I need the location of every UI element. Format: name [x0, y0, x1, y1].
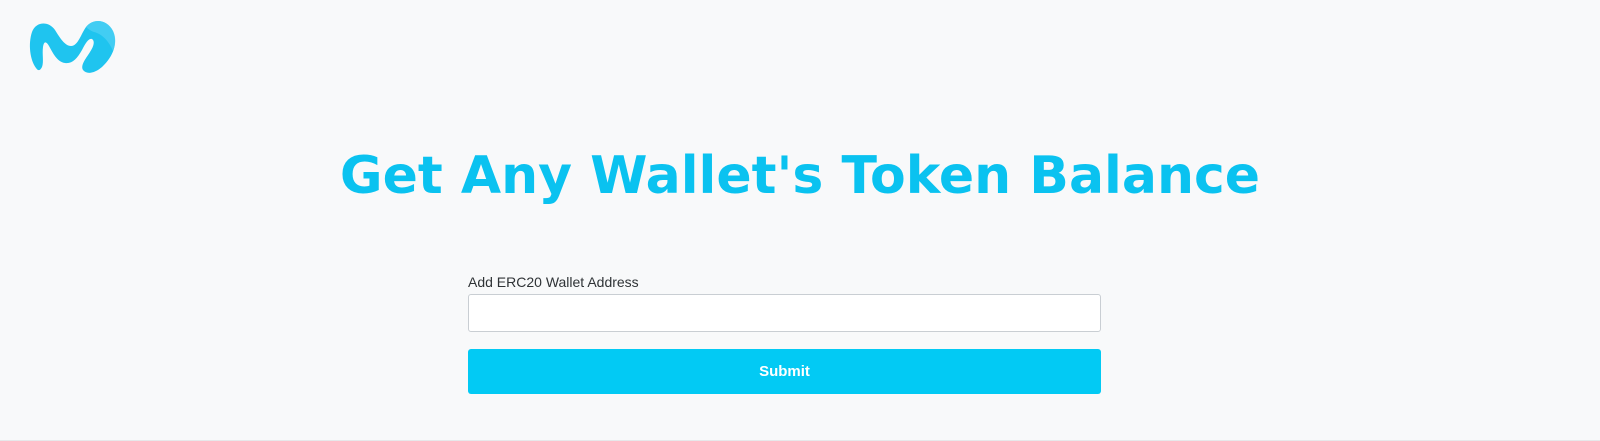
- page-title: Get Any Wallet's Token Balance: [339, 146, 1261, 206]
- wallet-form: Add ERC20 Wallet Address Submit: [468, 274, 1101, 394]
- page: Get Any Wallet's Token Balance Add ERC20…: [0, 0, 1600, 441]
- wallet-address-label: Add ERC20 Wallet Address: [468, 274, 639, 290]
- wallet-address-input[interactable]: [468, 294, 1101, 332]
- submit-button[interactable]: Submit: [468, 349, 1101, 394]
- logo[interactable]: [18, 8, 122, 80]
- moralis-logo-icon: [29, 21, 116, 73]
